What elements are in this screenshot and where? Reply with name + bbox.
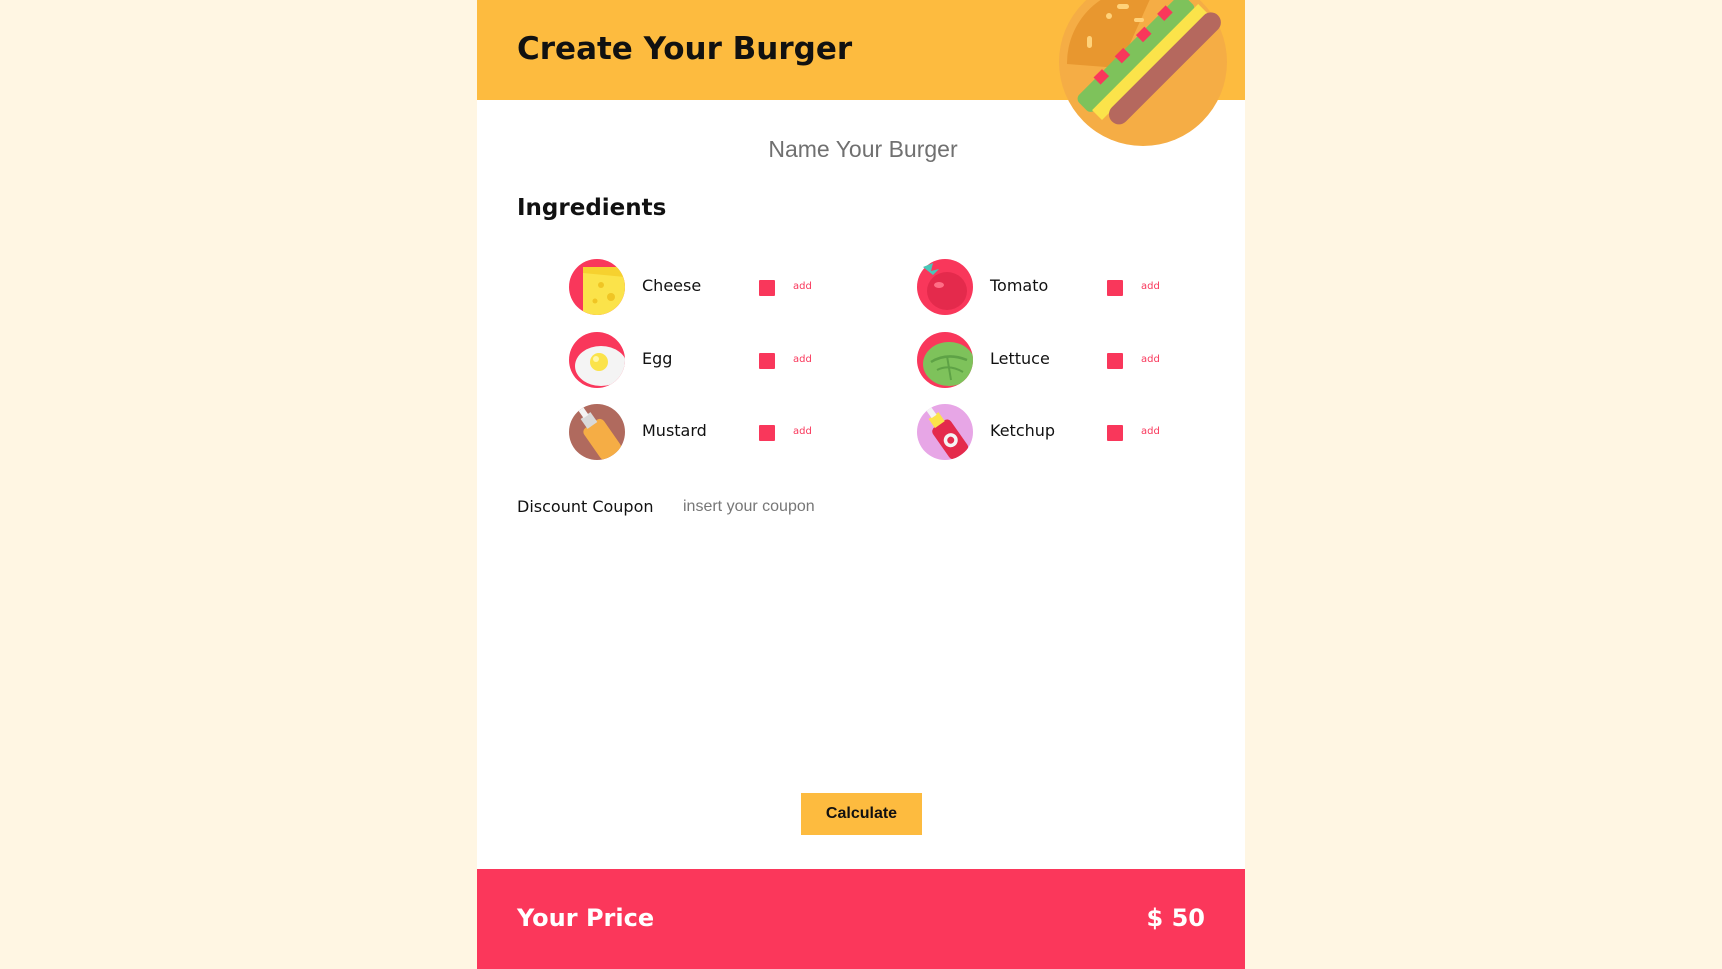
ingredient-item-lettuce: Lettuce add (917, 331, 1197, 389)
header: Create Your Burger (477, 0, 1245, 146)
ketchup-checkbox[interactable] (1107, 425, 1123, 441)
ingredient-item-mustard: Mustard add (569, 403, 849, 461)
mustard-icon (569, 404, 625, 460)
tomato-icon (917, 259, 973, 315)
mustard-add-label[interactable]: add (793, 426, 812, 437)
ingredient-item-egg: Egg add (569, 331, 849, 389)
burger-builder-card: Create Your Burger Ingredients (477, 0, 1245, 969)
page-title: Create Your Burger (517, 31, 853, 67)
ingredients-grid: Cheese add Tomato add Egg add Lettuce ad… (569, 258, 1229, 462)
ketchup-icon (917, 404, 973, 460)
mustard-checkbox[interactable] (759, 425, 775, 441)
price-footer: Your Price $ 50 (477, 869, 1245, 969)
ingredient-item-tomato: Tomato add (917, 258, 1197, 316)
ingredient-name: Mustard (642, 421, 707, 440)
coupon-input[interactable] (683, 494, 943, 520)
cheese-checkbox[interactable] (759, 280, 775, 296)
cheese-add-label[interactable]: add (793, 281, 812, 292)
tomato-checkbox[interactable] (1107, 280, 1123, 296)
egg-add-label[interactable]: add (793, 354, 812, 365)
egg-icon (569, 332, 625, 388)
ingredient-name: Tomato (990, 276, 1049, 295)
cheese-icon (569, 259, 625, 315)
egg-checkbox[interactable] (759, 353, 775, 369)
lettuce-checkbox[interactable] (1107, 353, 1123, 369)
ingredient-item-cheese: Cheese add (569, 258, 849, 316)
price-value: $ 50 (1146, 904, 1205, 932)
tomato-add-label[interactable]: add (1141, 281, 1160, 292)
ingredients-heading: Ingredients (517, 195, 667, 221)
ingredient-name: Ketchup (990, 421, 1056, 440)
lettuce-icon (917, 332, 973, 388)
burger-name-input[interactable] (661, 130, 1065, 168)
ingredient-name: Cheese (642, 276, 702, 295)
ingredient-name: Egg (642, 349, 673, 368)
ingredient-name: Lettuce (990, 349, 1050, 368)
price-label: Your Price (517, 904, 655, 932)
calculate-button[interactable]: Calculate (801, 793, 922, 835)
burger-illustration-icon (1059, 0, 1227, 146)
ingredient-item-ketchup: Ketchup add (917, 403, 1197, 461)
coupon-label: Discount Coupon (517, 497, 654, 516)
ketchup-add-label[interactable]: add (1141, 426, 1160, 437)
lettuce-add-label[interactable]: add (1141, 354, 1160, 365)
